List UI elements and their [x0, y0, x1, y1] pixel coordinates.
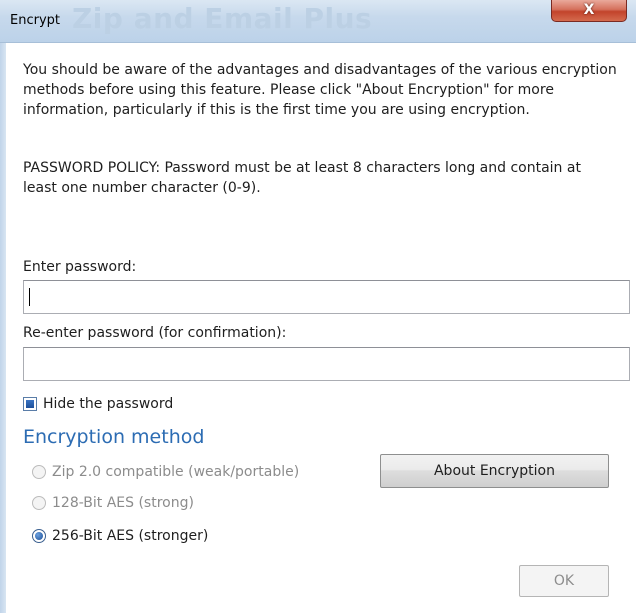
- confirm-password-label: Re-enter password (for confirmation):: [23, 325, 287, 341]
- radio-selected-dot: [35, 532, 43, 540]
- radio-aes256-label[interactable]: 256-Bit AES (stronger): [52, 528, 208, 544]
- title-bar[interactable]: Zip and Email Plus Encrypt X: [0, 0, 636, 43]
- window-title: Encrypt: [10, 13, 60, 28]
- confirm-password-input[interactable]: [23, 347, 630, 381]
- encryption-method-heading: Encryption method: [23, 426, 205, 448]
- radio-zip20[interactable]: [32, 465, 46, 479]
- encrypt-dialog: Zip and Email Plus Encrypt X You should …: [0, 0, 636, 613]
- text-caret: [29, 288, 30, 306]
- hide-password-label[interactable]: Hide the password: [43, 396, 173, 412]
- title-watermark: Zip and Email Plus: [72, 2, 373, 35]
- dialog-content: You should be aware of the advantages an…: [6, 43, 636, 613]
- radio-aes128[interactable]: [32, 496, 46, 510]
- radio-zip20-label[interactable]: Zip 2.0 compatible (weak/portable): [52, 464, 299, 480]
- radio-aes128-label[interactable]: 128-Bit AES (strong): [52, 495, 194, 511]
- intro-text: You should be aware of the advantages an…: [23, 62, 617, 118]
- password-policy-text: PASSWORD POLICY: Password must be at lea…: [23, 160, 581, 196]
- about-encryption-button[interactable]: About Encryption: [380, 454, 609, 488]
- password-input[interactable]: [23, 280, 630, 314]
- hide-password-checkbox[interactable]: [23, 397, 37, 411]
- checkbox-checked-mark: [26, 400, 34, 408]
- close-button[interactable]: X: [551, 0, 627, 22]
- radio-aes256[interactable]: [32, 529, 46, 543]
- password-label: Enter password:: [23, 259, 137, 275]
- close-icon: X: [583, 2, 595, 18]
- ok-button[interactable]: OK: [519, 565, 609, 597]
